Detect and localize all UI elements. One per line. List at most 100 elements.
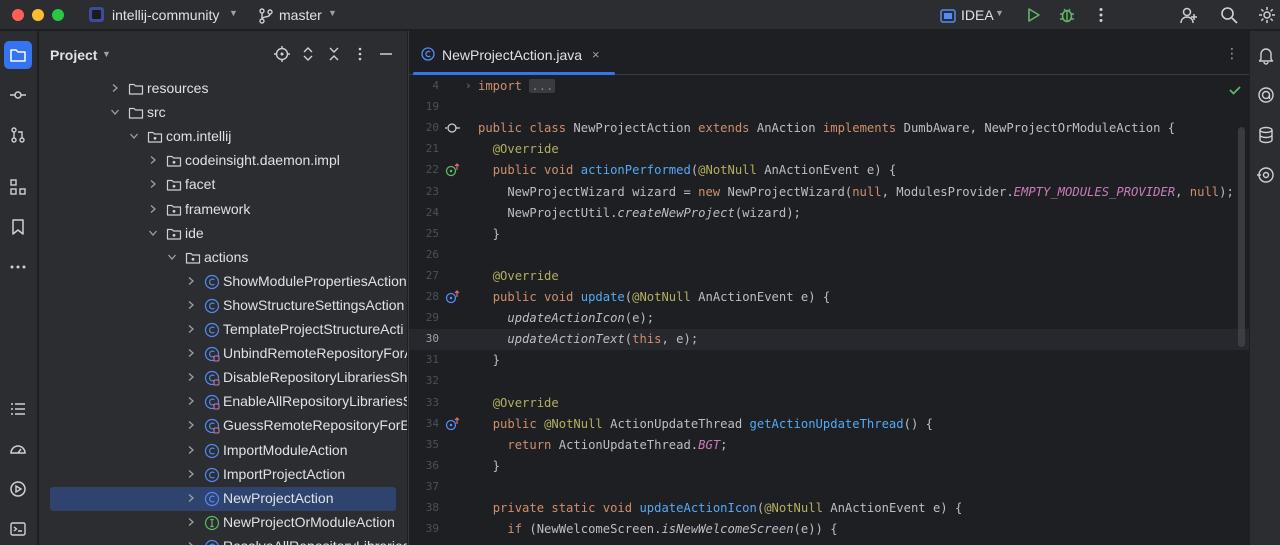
fold-chevron-icon[interactable]: › [465,79,472,92]
run-config-selector[interactable]: IDEA [961,7,994,23]
chevron-down-icon[interactable] [148,228,158,238]
line-number[interactable]: 31 [409,353,439,366]
chevron-right-icon[interactable] [186,348,196,358]
collapse-all-icon[interactable] [325,45,343,63]
code-line[interactable]: 34 public @NotNull ActionUpdateThread ge… [409,414,1249,435]
window-close-button[interactable] [12,9,24,21]
implements-gutter-icon[interactable] [445,121,461,135]
chevron-right-icon[interactable] [186,493,196,503]
tree-node[interactable]: codeinsight.daemon.impl [39,149,407,173]
line-number[interactable]: 36 [409,459,439,472]
chevron-right-icon[interactable] [186,517,196,527]
chevron-right-icon[interactable] [186,420,196,430]
line-number[interactable]: 37 [409,480,439,493]
branch-selector[interactable]: master [279,7,322,23]
more-vertical-icon[interactable]: ⋮ [1225,45,1239,62]
line-number[interactable]: 26 [409,248,439,261]
chevron-right-icon[interactable] [186,469,196,479]
terminal-tool-button[interactable] [4,515,32,543]
code-line[interactable]: 20 public class NewProjectAction extends … [409,118,1249,139]
code-line[interactable]: 36 } [409,456,1249,477]
tree-node[interactable]: ImportModuleAction [39,439,407,463]
window-minimize-button[interactable] [32,9,44,21]
line-number[interactable]: 30 [409,332,439,345]
line-number[interactable]: 38 [409,501,439,514]
tree-node[interactable]: src [39,101,407,125]
commit-tool-button[interactable] [4,81,32,109]
line-number[interactable]: 29 [409,311,439,324]
chevron-right-icon[interactable] [148,155,158,165]
debug-icon[interactable] [1057,5,1077,25]
code-line[interactable]: 37 [409,477,1249,498]
code-line[interactable]: 31 } [409,350,1249,371]
editor-scrollbar[interactable] [1238,127,1245,347]
run-icon[interactable] [1023,5,1043,25]
override-gutter-icon[interactable] [445,163,461,177]
pull-requests-tool-button[interactable] [4,121,32,149]
code-line[interactable]: 19 [409,97,1249,118]
options-menu-icon[interactable] [351,45,369,63]
tree-node[interactable]: EnableAllRepositoryLibrariesS [39,390,407,414]
line-number[interactable]: 27 [409,269,439,282]
chevron-right-icon[interactable] [148,204,158,214]
code-line[interactable]: 23 NewProjectWizard wizard = new NewProj… [409,182,1249,203]
code-editor[interactable]: 4 › import ... 19 20 public class NewProjectA… [409,76,1249,545]
hide-panel-icon[interactable] [377,45,395,63]
code-line[interactable]: 35 return ActionUpdateThread.BGT; [409,435,1249,456]
tree-node[interactable]: ShowStructureSettingsAction [39,294,407,318]
code-line[interactable]: 21 @Override [409,139,1249,160]
code-line[interactable]: 30 updateActionText(this, e); [409,329,1249,351]
chevron-down-icon[interactable] [167,252,177,262]
chevron-right-icon[interactable] [186,541,196,545]
profiler-tool-button[interactable] [4,435,32,463]
close-icon[interactable]: × [592,47,600,62]
code-line[interactable]: 33 @Override [409,393,1249,414]
code-line[interactable]: 28 public void update(@NotNull AnActionE… [409,287,1249,308]
line-number[interactable]: 32 [409,374,439,387]
tree-node[interactable]: DisableRepositoryLibrariesSha [39,366,407,390]
project-tool-button[interactable] [4,41,32,69]
line-number[interactable]: 28 [409,290,439,303]
code-line[interactable]: 24 NewProjectUtil.createNewProject(wizar… [409,203,1249,224]
code-line[interactable]: 38 private static void updateActionIcon(… [409,498,1249,519]
code-line[interactable]: 22 public void actionPerformed(@NotNull … [409,160,1249,181]
code-line[interactable]: 25 } [409,224,1249,245]
tree-node[interactable]: facet [39,173,407,197]
line-number[interactable]: 19 [409,100,439,113]
chevron-right-icon[interactable] [186,445,196,455]
chevron-down-icon[interactable]: ▼ [328,8,337,18]
add-user-icon[interactable] [1179,5,1199,25]
project-selector[interactable]: intellij-community [112,7,219,23]
more-tools-button[interactable] [4,253,32,281]
notifications-icon[interactable] [1256,45,1276,65]
line-number[interactable]: 35 [409,438,439,451]
tree-node[interactable]: ResolveAllRepositoryLibraries [39,535,407,545]
line-number[interactable]: 25 [409,227,439,240]
tree-node[interactable]: ShowModulePropertiesAction [39,270,407,294]
tree-node[interactable]: NewProjectAction [39,486,407,511]
override-gutter-icon[interactable] [445,290,461,304]
code-line[interactable]: 26 [409,245,1249,266]
bookmarks-tool-button[interactable] [4,213,32,241]
line-number[interactable]: 24 [409,206,439,219]
no-problems-check-icon[interactable] [1227,82,1243,98]
search-icon[interactable] [1219,5,1239,25]
tree-node[interactable]: GuessRemoteRepositoryForEa [39,414,407,438]
chevron-down-icon[interactable]: ▼ [229,8,238,18]
tree-node[interactable]: ide [39,222,407,246]
line-number[interactable]: 34 [409,417,439,430]
chevron-right-icon[interactable] [110,83,120,93]
code-line[interactable]: 29 updateActionIcon(e); [409,308,1249,329]
todo-tool-button[interactable] [4,395,32,423]
line-number[interactable]: 21 [409,142,439,155]
line-number[interactable]: 33 [409,396,439,409]
chevron-down-icon[interactable] [110,107,120,117]
line-number[interactable]: 23 [409,185,439,198]
chevron-right-icon[interactable] [186,300,196,310]
tree-node[interactable]: com.intellij [39,125,407,149]
tree-node[interactable]: NewProjectOrModuleAction [39,511,407,535]
chevron-right-icon[interactable] [186,324,196,334]
tree-node[interactable]: resources [39,77,407,101]
editor-tab[interactable]: NewProjectAction.java × [409,31,615,75]
line-number[interactable]: 22 [409,163,439,176]
